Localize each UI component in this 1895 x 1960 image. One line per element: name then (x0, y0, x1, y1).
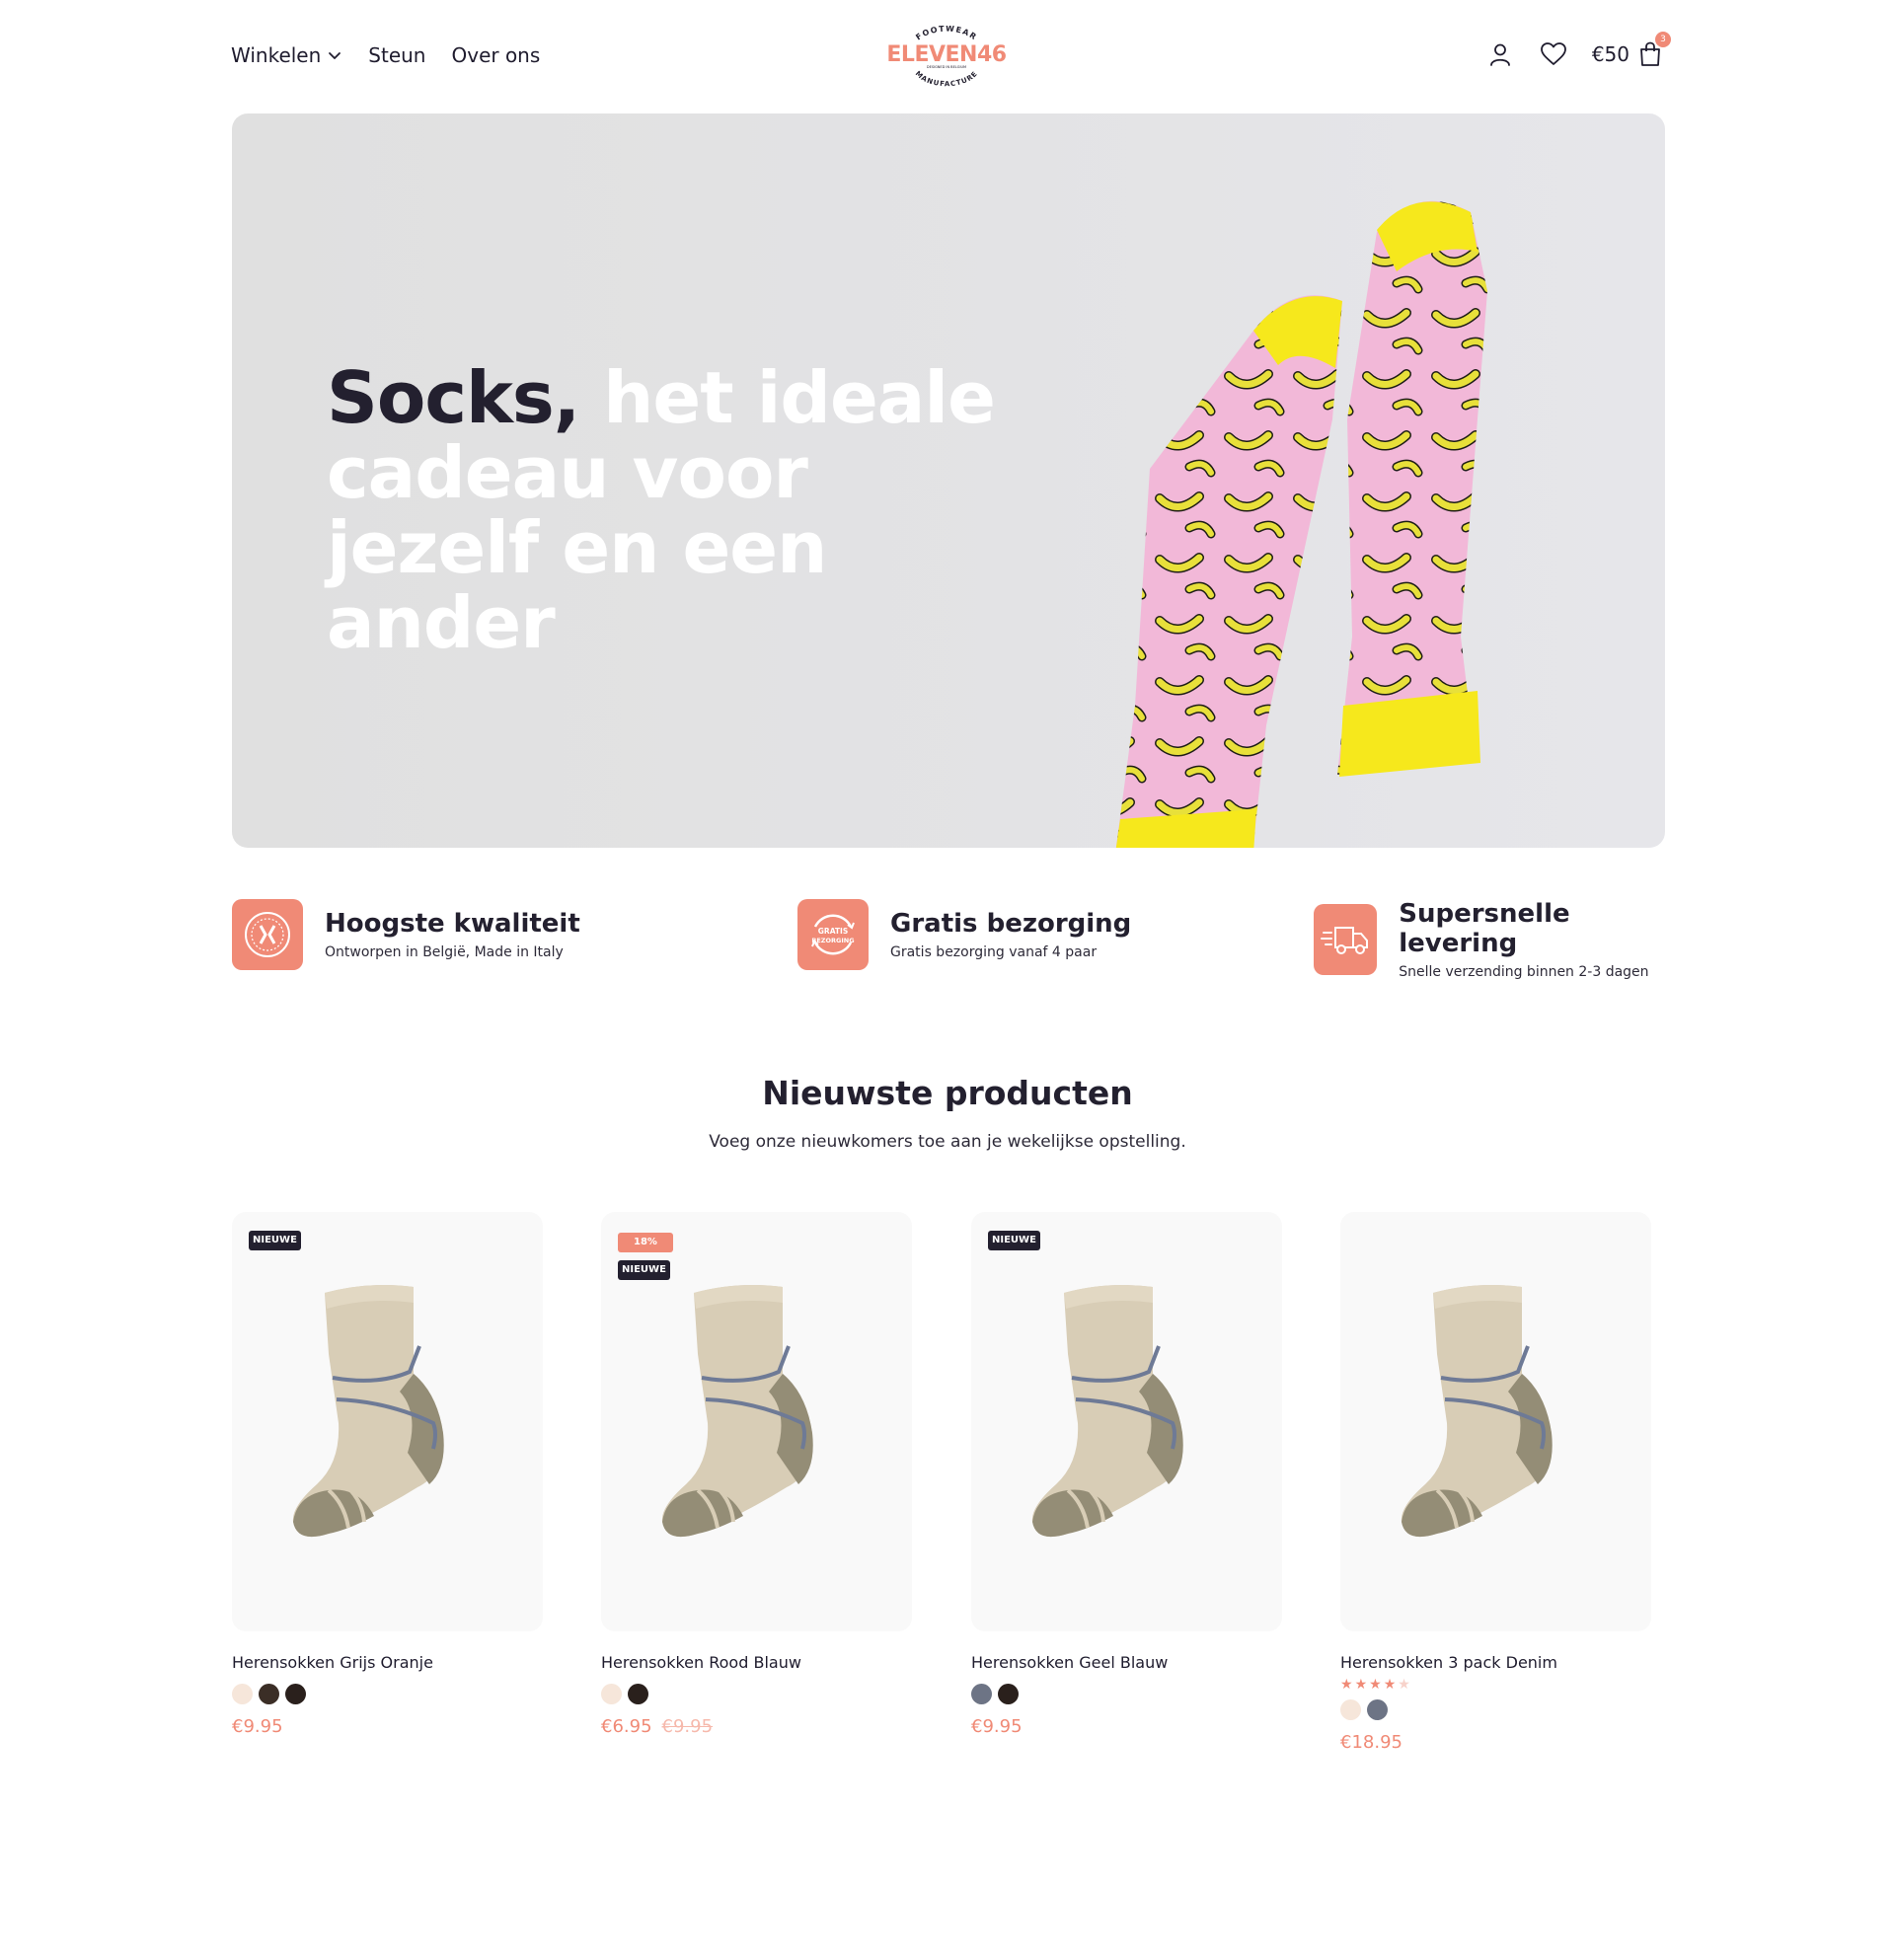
svg-text:BEZORGING: BEZORGING (811, 937, 854, 944)
feature-free-delivery-text: Gratis bezorging Gratis bezorging vanaf … (890, 909, 1131, 960)
price-row: €18.95 (1340, 1732, 1651, 1753)
sock-product-image (661, 1285, 813, 1538)
badge-stack: NIEUWE (988, 1231, 1040, 1250)
wishlist-heart-icon[interactable] (1539, 39, 1568, 69)
feature-quality-text: Hoogste kwaliteit Ontworpen in België, M… (325, 909, 580, 960)
color-swatches (1340, 1699, 1651, 1720)
badge-stack: 18% NIEUWE (618, 1233, 673, 1280)
free-delivery-icon: GRATIS BEZORGING (797, 899, 869, 970)
feature-title: Gratis bezorging (890, 909, 1132, 939)
logo-bottom-text: MANUFACTURE (914, 70, 979, 89)
hero-banner: Socks, het ideale cadeau voor jezelf en … (232, 113, 1665, 848)
star-icon: ★ (1340, 1677, 1353, 1693)
account-icon[interactable] (1485, 39, 1515, 69)
nav-winkelen[interactable]: Winkelen (231, 43, 342, 67)
star-icon: ★ (1369, 1677, 1382, 1693)
logo-mid-text: DESIGNED IN BELGIUM (927, 65, 966, 69)
cart-count-badge: 3 (1655, 32, 1671, 47)
svg-text:FOOTWEAR: FOOTWEAR (914, 26, 978, 42)
color-swatches (971, 1684, 1282, 1704)
swatch-grey[interactable] (971, 1684, 992, 1704)
product-name[interactable]: Herensokken Rood Blauw (601, 1653, 912, 1672)
color-swatches (601, 1684, 912, 1704)
product-card: NIEUWE Herensokken Geel Blauw €9.95 (971, 1212, 1282, 1737)
product-name[interactable]: Herensokken 3 pack Denim (1340, 1653, 1651, 1672)
sock-product-image (1031, 1285, 1183, 1538)
sock-product-image (1401, 1285, 1553, 1538)
product-price: €6.95 (601, 1716, 652, 1737)
product-price: €9.95 (232, 1716, 283, 1737)
star-icon: ★ (1354, 1677, 1368, 1693)
logo-top-text: FOOTWEAR (914, 26, 977, 42)
feature-fast-shipping: Supersnelle levering Snelle verzending b… (1314, 899, 1665, 980)
site-header: Winkelen Steun Over ons FOOTWEAR ELEVEN4… (231, 26, 1671, 89)
product-card: 18% NIEUWE Herensokken Rood Blauw €6.95 … (601, 1212, 912, 1737)
product-price-old: €9.95 (661, 1716, 714, 1737)
logo-brand-text: ELEVEN46 (886, 42, 1006, 67)
usp-features: Hoogste kwaliteit Ontworpen in België, M… (232, 899, 1665, 980)
swatch-black[interactable] (628, 1684, 648, 1704)
hero-title-dark: Socks, (327, 356, 580, 439)
main-nav: Winkelen Steun Over ons (231, 43, 540, 67)
cart-button[interactable]: €50 3 (1591, 32, 1671, 69)
product-image-card[interactable] (1340, 1212, 1651, 1631)
nav-steun[interactable]: Steun (368, 43, 425, 67)
nav-over-ons[interactable]: Over ons (451, 43, 540, 67)
discount-badge: 18% (618, 1233, 673, 1252)
nav-over-ons-label: Over ons (451, 43, 541, 67)
header-actions: €50 3 (1485, 32, 1671, 69)
feature-quality: Hoogste kwaliteit Ontworpen in België, M… (232, 899, 580, 970)
product-price: €9.95 (971, 1716, 1023, 1737)
price-row: €9.95 (971, 1716, 1282, 1737)
product-card: Herensokken 3 pack Denim ★ ★ ★ ★ ★ €18.9… (1340, 1212, 1651, 1753)
product-image-card[interactable]: 18% NIEUWE (601, 1212, 912, 1631)
new-badge: NIEUWE (988, 1231, 1040, 1250)
product-image-card[interactable]: NIEUWE (971, 1212, 1282, 1631)
swatch-grey[interactable] (1367, 1699, 1388, 1720)
product-image-card[interactable]: NIEUWE (232, 1212, 543, 1631)
feature-title: Supersnelle levering (1399, 899, 1570, 958)
swatch-cream[interactable] (601, 1684, 622, 1704)
banana-socks-image (1115, 200, 1487, 848)
swatch-black[interactable] (998, 1684, 1019, 1704)
nav-steun-label: Steun (368, 43, 426, 67)
feature-fast-shipping-text: Supersnelle levering Snelle verzending b… (1399, 899, 1665, 980)
badge-stack: NIEUWE (249, 1231, 301, 1250)
product-name[interactable]: Herensokken Grijs Oranje (232, 1653, 543, 1672)
svg-text:GRATIS: GRATIS (818, 927, 848, 936)
product-name[interactable]: Herensokken Geel Blauw (971, 1653, 1282, 1672)
feature-subtitle: Gratis bezorging vanaf 4 paar (890, 944, 1098, 960)
product-price: €18.95 (1340, 1732, 1402, 1753)
cart-total: €50 (1591, 42, 1630, 66)
swatch-cream[interactable] (1340, 1699, 1361, 1720)
product-card: NIEUWE Herensokken Grijs Oranje €9.95 (232, 1212, 543, 1737)
nav-winkelen-label: Winkelen (231, 43, 322, 67)
feature-subtitle: Ontworpen in België, Made in Italy (325, 944, 564, 960)
swatch-cream[interactable] (232, 1684, 253, 1704)
feature-title: Hoogste kwaliteit (325, 909, 580, 939)
price-row: €6.95 €9.95 (601, 1716, 912, 1737)
swatch-black[interactable] (285, 1684, 306, 1704)
eleven46-logo[interactable]: FOOTWEAR ELEVEN46 DESIGNED IN BELGIUM MA… (884, 26, 1009, 89)
chevron-down-icon (329, 52, 341, 59)
feature-free-delivery: GRATIS BEZORGING Gratis bezorging Gratis… (797, 899, 1131, 970)
section-subtitle: Voeg onze nieuwkomers toe aan je wekelij… (709, 1132, 1186, 1152)
feature-subtitle: Snelle verzending binnen 2-3 dagen (1399, 964, 1649, 980)
color-swatches (232, 1684, 543, 1704)
quality-seal-icon (232, 899, 303, 970)
section-title: Nieuwste producten (762, 1074, 1133, 1112)
sock-product-image (292, 1285, 444, 1538)
star-rating: ★ ★ ★ ★ ★ (1340, 1678, 1651, 1692)
price-row: €9.95 (232, 1716, 543, 1737)
swatch-brown[interactable] (259, 1684, 279, 1704)
new-badge: NIEUWE (249, 1231, 301, 1250)
star-icon: ★ (1383, 1677, 1397, 1693)
delivery-truck-icon (1314, 904, 1378, 975)
svg-text:MANUFACTURE: MANUFACTURE (914, 70, 980, 89)
hero-title: Socks, het ideale cadeau voor jezelf en … (327, 360, 1037, 660)
product-grid: NIEUWE Herensokken Grijs Oranje €9.95 18… (232, 1212, 1665, 1765)
star-empty-icon: ★ (1398, 1677, 1410, 1693)
